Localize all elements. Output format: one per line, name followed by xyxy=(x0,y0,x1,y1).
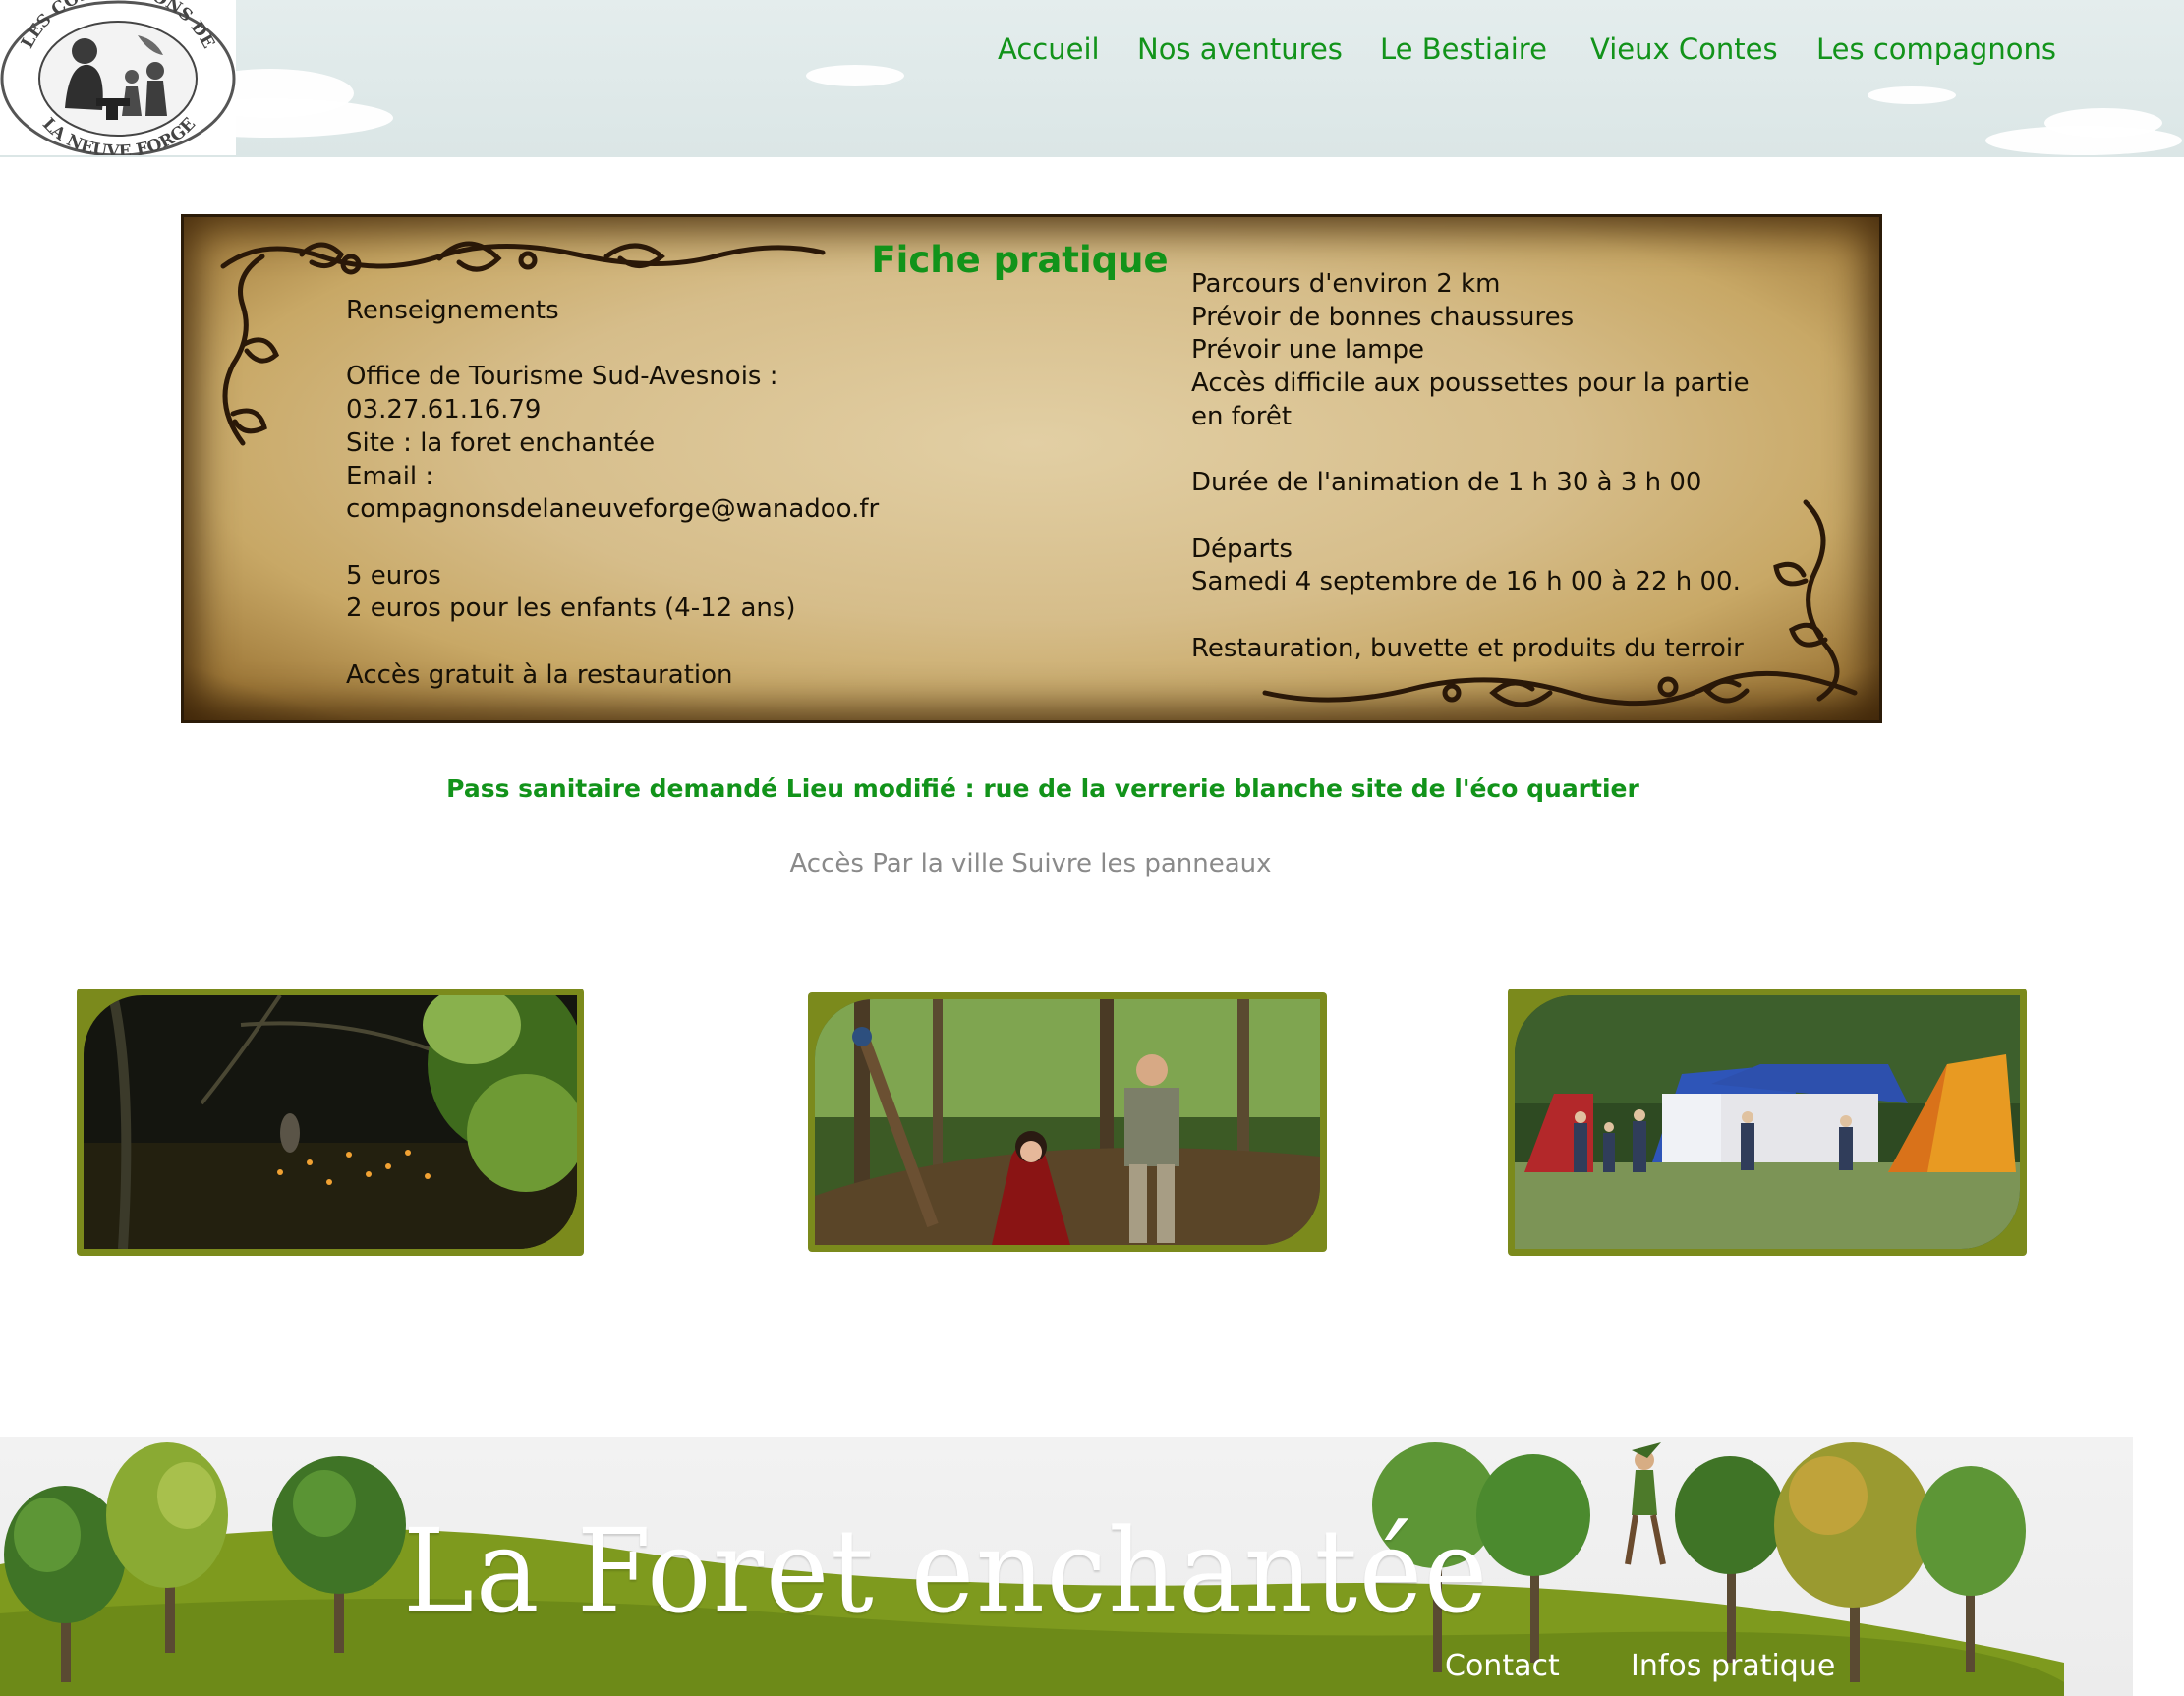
footer-site-title: La Foret enchantée xyxy=(403,1503,1490,1639)
characters-image xyxy=(815,999,1320,1245)
info-line xyxy=(1191,434,1781,468)
info-line: Prévoir une lampe xyxy=(1191,335,1425,366)
sanitary-notice: Pass sanitaire demandé Lieu modifié : ru… xyxy=(446,774,1639,803)
medieval-camp-image xyxy=(1515,995,2020,1249)
info-line: Renseignements xyxy=(346,296,559,325)
night-forest-image xyxy=(84,995,577,1249)
cloud-decoration xyxy=(2044,108,2162,138)
fiche-pratique-panel: Fiche pratique Renseignements Office de … xyxy=(181,214,1882,723)
info-line xyxy=(346,527,896,560)
nav-item-nos-aventures[interactable]: Nos aventures xyxy=(1137,28,1343,71)
info-line: en forêt xyxy=(1191,401,1293,431)
info-line: Accès gratuit à la restauration xyxy=(346,659,733,690)
site-logo[interactable]: LES COMPAGNONS DE LA NEUVE FORGE xyxy=(0,0,236,155)
info-line: Samedi 4 septembre de 16 h 00 à 22 h 00. xyxy=(1191,567,1741,597)
info-line: Accès difficile aux poussettes pour la p… xyxy=(1191,368,1750,399)
info-line: Départs xyxy=(1191,534,1293,564)
info-line: Parcours d'environ 2 km xyxy=(1191,269,1501,299)
info-line: Prévoir de bonnes chaussures xyxy=(1191,302,1575,332)
info-line xyxy=(346,328,896,362)
photo-night-forest[interactable] xyxy=(77,989,584,1256)
photo-costumed-characters[interactable] xyxy=(808,992,1327,1252)
email-link[interactable]: compagnonsdelaneuveforge@wanadoo.fr xyxy=(346,493,896,527)
footer-link-contact[interactable]: Contact xyxy=(1445,1649,1560,1683)
nav-item-le-bestiaire[interactable]: Le Bestiaire xyxy=(1380,28,1547,71)
info-line: Office de Tourisme Sud-Avesnois : xyxy=(346,362,778,392)
footer-link-infos-pratique[interactable]: Infos pratique xyxy=(1631,1649,1835,1683)
info-line xyxy=(1191,599,1781,633)
nav-item-accueil[interactable]: Accueil xyxy=(998,28,1100,71)
fiche-left-column: Renseignements Office de Tourisme Sud-Av… xyxy=(346,295,896,692)
info-line: 5 euros xyxy=(346,560,441,591)
cloud-decoration xyxy=(1868,86,1956,104)
info-line xyxy=(346,626,896,659)
nav-item-les-compagnons[interactable]: Les compagnons xyxy=(1816,28,2056,71)
site-header: LES COMPAGNONS DE LA NEUVE FORGE Accueil… xyxy=(0,0,2184,157)
access-notice: Accès Par la ville Suivre les panneaux xyxy=(789,849,1272,878)
info-line: Email : xyxy=(346,461,434,491)
logo-seal-icon: LES COMPAGNONS DE LA NEUVE FORGE xyxy=(0,0,236,155)
info-line: 03.27.61.16.79 xyxy=(346,395,542,425)
main-nav: Accueil Nos aventures Le Bestiaire Vieux… xyxy=(0,28,2184,77)
info-line: Site : la foret enchantée xyxy=(346,427,656,458)
photo-medieval-camp[interactable] xyxy=(1508,989,2027,1256)
nav-item-vieux-contes[interactable]: Vieux Contes xyxy=(1590,28,1778,71)
info-line: 2 euros pour les enfants (4-12 ans) xyxy=(346,594,796,624)
info-line xyxy=(1191,500,1781,534)
info-line: Restauration, buvette et produits du ter… xyxy=(1191,633,1744,663)
fiche-right-column: Parcours d'environ 2 km Prévoir de bonne… xyxy=(1191,268,1781,665)
info-line: Durée de l'animation de 1 h 30 à 3 h 00 xyxy=(1191,468,1702,498)
